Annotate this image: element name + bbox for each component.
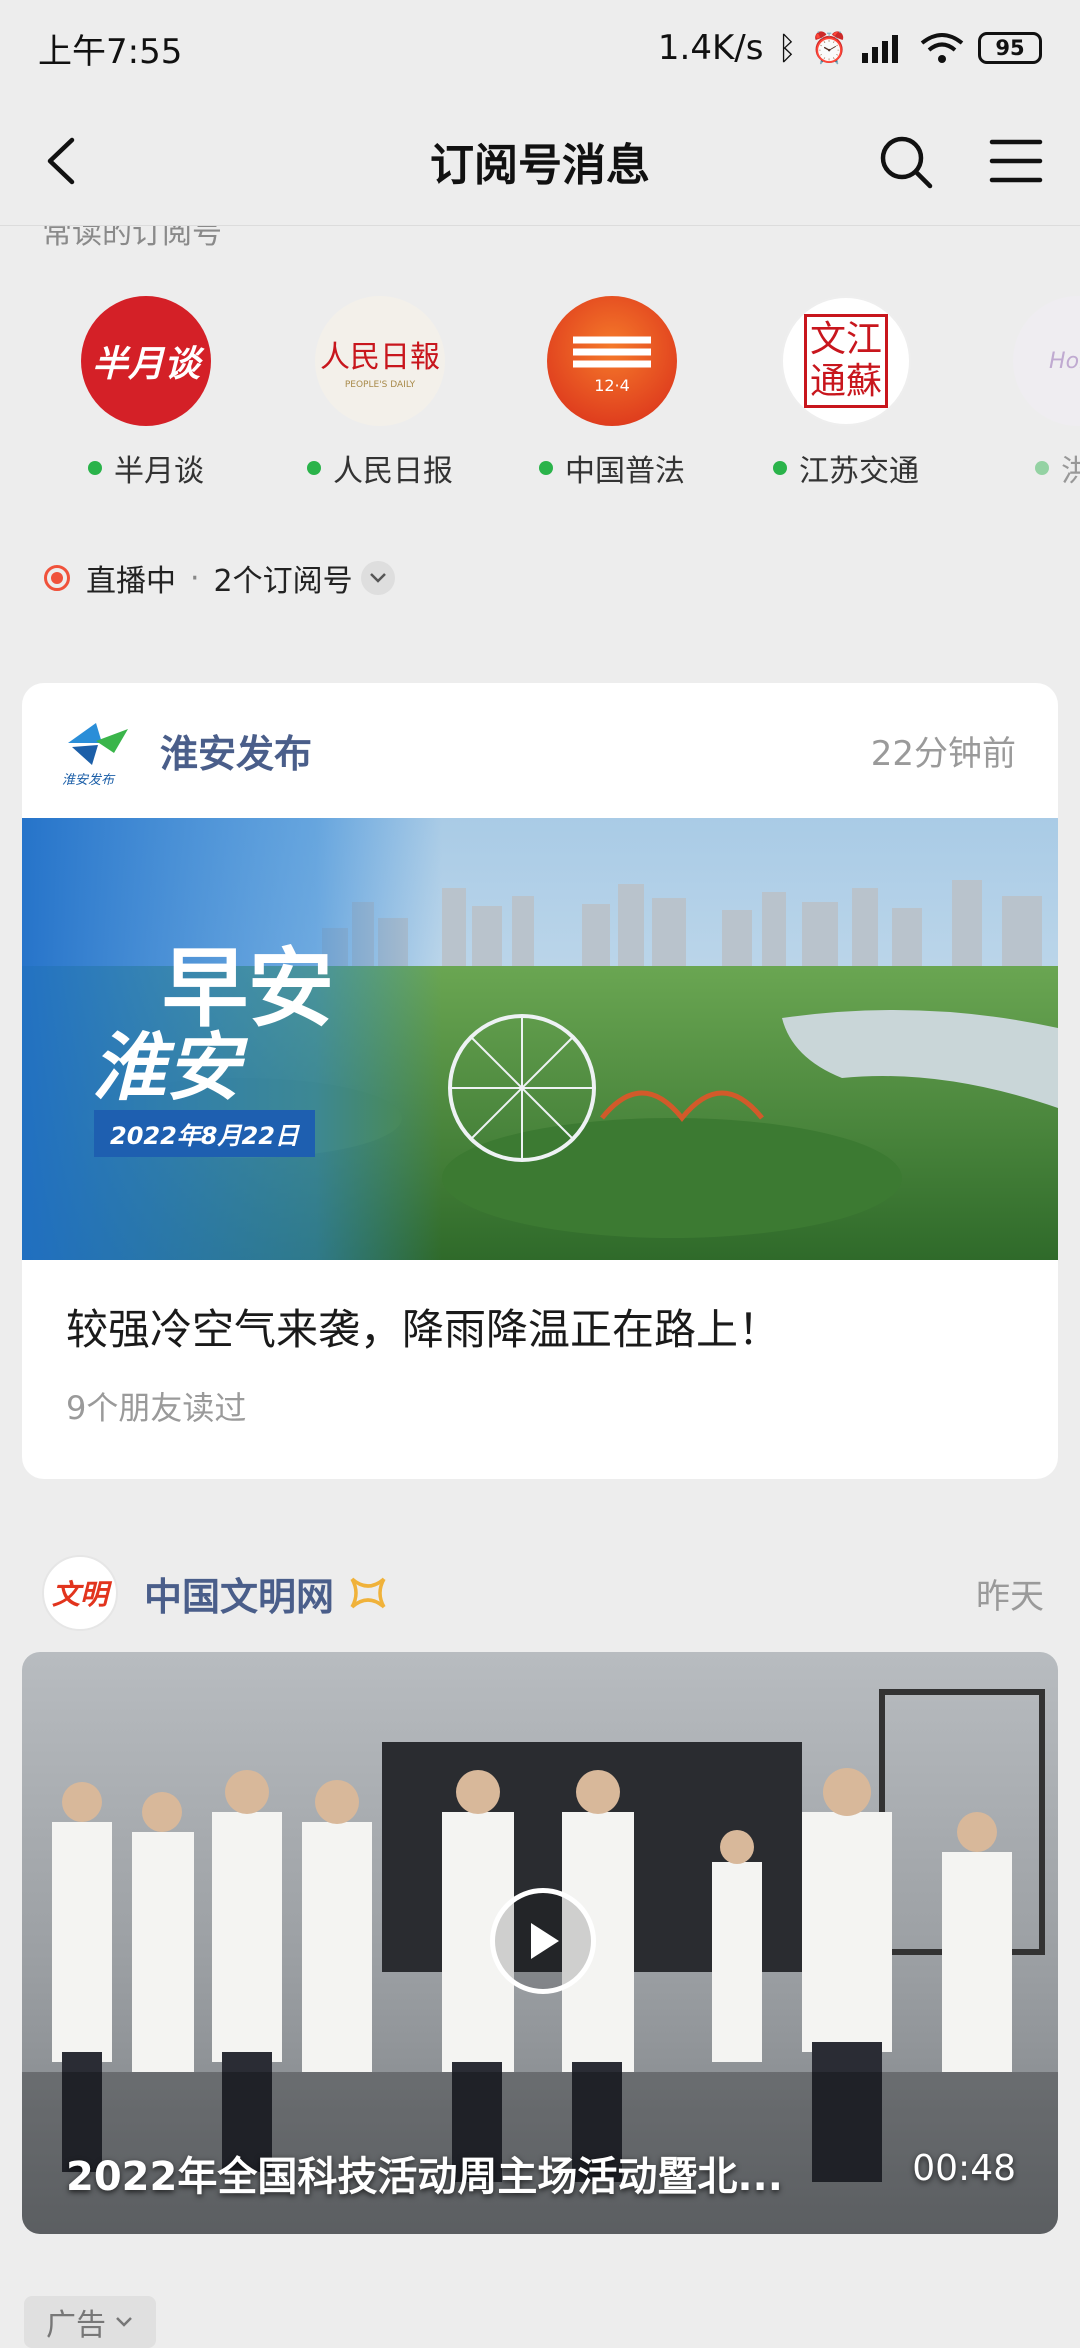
account-name-row: 洪泽 (968, 446, 1080, 490)
account-name-row: 江苏交通 (736, 446, 956, 490)
play-button[interactable] (490, 1888, 596, 1994)
account-logo: 半月谈 (81, 296, 211, 426)
card-header: 文明 中国文明网 昨天 (0, 1538, 1080, 1648)
article-title[interactable]: 较强冷空气来袭，降雨降温正在路上！ (22, 1260, 1058, 1357)
online-dot-icon (88, 461, 102, 475)
banner-city: 淮安 (92, 1025, 240, 1111)
online-dot-icon (773, 461, 787, 475)
battery-level: 95 (995, 36, 1025, 60)
account-name: 半月谈 (114, 454, 204, 489)
frequent-accounts: 半月谈 半月谈 人民日報 PEOPLE'S DAILY 人民日报 12·4 中国… (0, 296, 1080, 516)
menu-icon[interactable] (988, 136, 1044, 186)
alarm-icon: ⏰ (810, 30, 848, 66)
logo-subtext: PEOPLE'S DAILY (344, 380, 416, 390)
live-icon (44, 565, 70, 591)
status-bar: 上午7:55 1.4K/s ᛒ ⏰ 95 (0, 0, 1080, 96)
logo-text: 半月谈 (91, 344, 200, 385)
online-dot-icon (1035, 461, 1049, 475)
account-item[interactable]: Hong 洪泽 (968, 296, 1080, 490)
video-duration: 00:48 (912, 2148, 1016, 2189)
video-title: 2022年全国科技活动周主场活动暨北... (66, 2154, 783, 2200)
separator-dot: · (190, 560, 200, 596)
account-name: 人民日报 (333, 454, 453, 489)
account-item[interactable]: 12·4 中国普法 (502, 296, 722, 490)
live-count: 2个订阅号 (213, 564, 353, 599)
huaian-logo-icon (68, 722, 128, 765)
account-item[interactable]: 文江通蘇 江苏交通 (736, 296, 956, 490)
battery-icon: 95 (978, 32, 1042, 64)
bluetooth-icon: ᛒ (777, 29, 797, 67)
signal-icon (862, 35, 898, 63)
logo-text: 文江通蘇 (804, 314, 888, 408)
account-logo: 文江通蘇 (781, 296, 911, 426)
live-row[interactable]: 直播中 · 2个订阅号 (44, 556, 395, 600)
search-icon[interactable] (878, 134, 934, 190)
source-name[interactable]: 淮安发布 (160, 723, 312, 778)
account-name-row: 半月谈 (36, 446, 256, 490)
publish-time: 昨天 (976, 1576, 1044, 1617)
account-name: 中国普法 (565, 454, 685, 489)
publish-time: 22分钟前 (870, 734, 1016, 774)
source-logo-text: 淮安发布 (62, 772, 115, 788)
chevron-down-icon (116, 2317, 132, 2327)
back-icon[interactable] (36, 134, 90, 188)
logo-text: Hong (1049, 348, 1080, 374)
chevron-down-icon (360, 561, 395, 595)
ad-label-text: 广告 (46, 2308, 106, 2343)
logo-text: 人民日報 (320, 340, 440, 375)
online-dot-icon (307, 461, 321, 475)
source-name[interactable]: 中国文明网 (144, 1566, 334, 1621)
account-name-row: 中国普法 (502, 446, 722, 490)
nav-bar: 订阅号消息 (0, 96, 1080, 226)
live-label: 直播中 (86, 564, 176, 599)
source-avatar: 淮安发布 (58, 713, 134, 789)
account-name-row: 人民日报 (270, 446, 490, 490)
account-logo: 人民日報 PEOPLE'S DAILY (315, 296, 445, 426)
source-avatar: 文明 (42, 1555, 118, 1631)
account-item[interactable]: 半月谈 半月谈 (36, 296, 256, 490)
account-logo: Hong (1013, 296, 1080, 426)
status-icons: 1.4K/s ᛒ ⏰ 95 (658, 28, 1042, 68)
account-name: 洪泽 (1061, 454, 1080, 489)
play-icon (531, 1923, 559, 1959)
banner-date: 2022年8月22日 (94, 1110, 315, 1157)
card-header: 淮安发布 淮安发布 22分钟前 (22, 683, 1058, 818)
logo-text: 12·4 (594, 375, 630, 395)
network-speed: 1.4K/s (657, 28, 764, 68)
video-card[interactable]: 2022年全国科技活动周主场活动暨北... 00:48 (22, 1652, 1058, 2234)
read-by-friends: 9个朋友读过 (66, 1389, 247, 1427)
source-logo-text: 文明 (51, 1578, 108, 1611)
online-dot-icon (539, 461, 553, 475)
article-card[interactable]: 淮安发布 淮安发布 22分钟前 早安 淮安 2022年8月22日 较强冷空气来袭… (22, 683, 1058, 1479)
status-time: 上午7:55 (38, 31, 183, 72)
pufa-icon (573, 336, 651, 367)
page-title: 订阅号消息 (430, 139, 650, 191)
verified-badge-icon (350, 1577, 386, 1609)
wifi-icon (920, 33, 964, 63)
article-banner-image[interactable]: 早安 淮安 2022年8月22日 (22, 818, 1058, 1260)
account-item[interactable]: 人民日報 PEOPLE'S DAILY 人民日报 (270, 296, 490, 490)
account-logo: 12·4 (547, 296, 677, 426)
account-name: 江苏交通 (799, 454, 919, 489)
ad-label[interactable]: 广告 (24, 2296, 156, 2348)
